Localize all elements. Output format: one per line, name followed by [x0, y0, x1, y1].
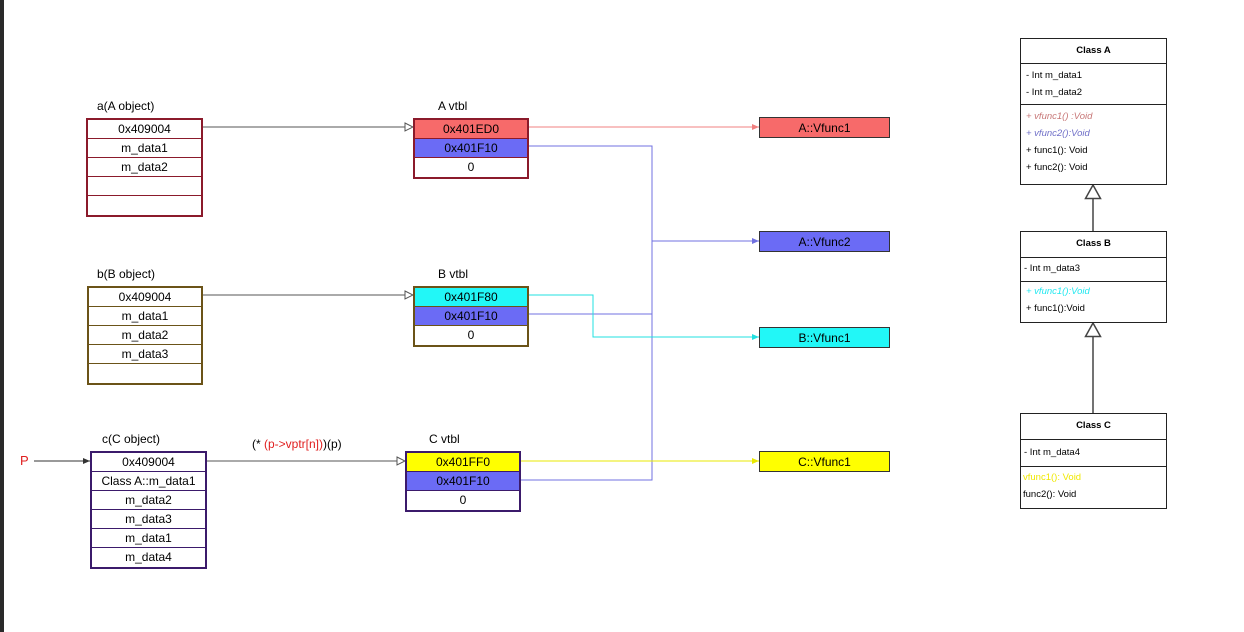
b-vtbl-title: B vtbl	[438, 267, 469, 281]
a-row: m_data1	[88, 139, 201, 158]
class-c-name: Class C	[1021, 414, 1166, 440]
b-vtbl: 0x401F80 0x401F10 0	[413, 286, 529, 347]
class-b: Class B - Int m_data3 + vfunc1():Void + …	[1020, 231, 1167, 323]
class-a-method: + func1(): Void	[1026, 145, 1088, 156]
call-vptr: (p->vptr[n])	[264, 437, 324, 451]
a-vfunc2-arrow	[528, 145, 759, 244]
class-b-method: + func1():Void	[1026, 303, 1085, 314]
b-row: m_data2	[89, 326, 201, 345]
c-vfunc1-box: C::Vfunc1	[759, 451, 890, 472]
c-vtbl-title: C vtbl	[429, 432, 460, 446]
a-row: 0x409004	[88, 120, 201, 139]
class-a-method: + func2(): Void	[1026, 162, 1088, 173]
c-row: m_data1	[92, 529, 205, 548]
vtbl-entry: 0	[467, 328, 475, 342]
c-row: m_data3	[92, 510, 205, 529]
class-b-method: + vfunc1():Void	[1026, 286, 1090, 297]
a-row: m_data2	[88, 158, 201, 177]
c-row: Class A::m_data1	[92, 472, 205, 491]
virtual-call-expression: (* (p->vptr[n]))(p)	[252, 437, 342, 451]
vtbl-entry: 0x401F10	[415, 139, 527, 158]
class-c: Class C - Int m_data4 vfunc1(): Void fun…	[1020, 413, 1167, 509]
vtbl-entry: 0	[459, 493, 467, 507]
class-a-attr: - Int m_data2	[1026, 87, 1082, 98]
class-c-attr: - Int m_data4	[1024, 447, 1080, 458]
c-row: 0x409004	[92, 453, 205, 472]
pointer-p-label: P	[20, 453, 29, 468]
vtbl-entry: 0x401F80	[415, 288, 527, 307]
call-suffix: )(p)	[323, 437, 342, 451]
call-prefix: (*	[252, 437, 264, 451]
b-row: m_data1	[89, 307, 201, 326]
c-vfunc2-link	[520, 241, 653, 481]
b-object-title: b(B object)	[97, 267, 156, 281]
class-c-method: vfunc1(): Void	[1023, 472, 1082, 483]
c-row: m_data2	[92, 491, 205, 510]
b-vfunc2-link	[528, 241, 653, 315]
vtbl-entry: 0x401F10	[415, 307, 527, 326]
class-a-name: Class A	[1021, 39, 1166, 64]
a-row	[88, 196, 201, 215]
a-object-title: a(A object)	[97, 99, 155, 113]
c-vtbl: 0x401FF0 0x401F10 0	[405, 451, 521, 512]
a-vtbl-title: A vtbl	[438, 99, 468, 113]
b-row	[89, 364, 201, 383]
c-row: m_data4	[125, 550, 172, 564]
class-a: Class A - Int m_data1 - Int m_data2 + vf…	[1020, 38, 1167, 185]
b-row: 0x409004	[89, 288, 201, 307]
b-object: 0x409004 m_data1 m_data2 m_data3	[87, 286, 203, 385]
vtbl-entry: 0x401ED0	[415, 120, 527, 139]
a-object: 0x409004 m_data1 m_data2	[86, 118, 203, 217]
vtbl-entry: 0	[467, 160, 475, 174]
class-a-method: + vfunc2():Void	[1026, 128, 1090, 139]
c-object: 0x409004 Class A::m_data1 m_data2 m_data…	[90, 451, 207, 569]
class-a-method: + vfunc1() :Void	[1026, 111, 1093, 122]
class-b-attr: - Int m_data3	[1024, 263, 1080, 274]
vtbl-entry: 0x401F10	[407, 472, 519, 491]
a-row	[88, 177, 201, 196]
class-b-name: Class B	[1021, 232, 1166, 258]
class-c-method: func2(): Void	[1023, 489, 1077, 500]
a-vtbl: 0x401ED0 0x401F10 0	[413, 118, 529, 179]
a-vfunc1-box: A::Vfunc1	[759, 117, 890, 138]
vtbl-entry: 0x401FF0	[407, 453, 519, 472]
class-a-attr: - Int m_data1	[1026, 70, 1082, 81]
a-vfunc2-box: A::Vfunc2	[759, 231, 890, 252]
c-object-title: c(C object)	[102, 432, 161, 446]
b-vfunc1-arrow	[528, 294, 759, 340]
b-vfunc1-box: B::Vfunc1	[759, 327, 890, 348]
b-row: m_data3	[89, 345, 201, 364]
